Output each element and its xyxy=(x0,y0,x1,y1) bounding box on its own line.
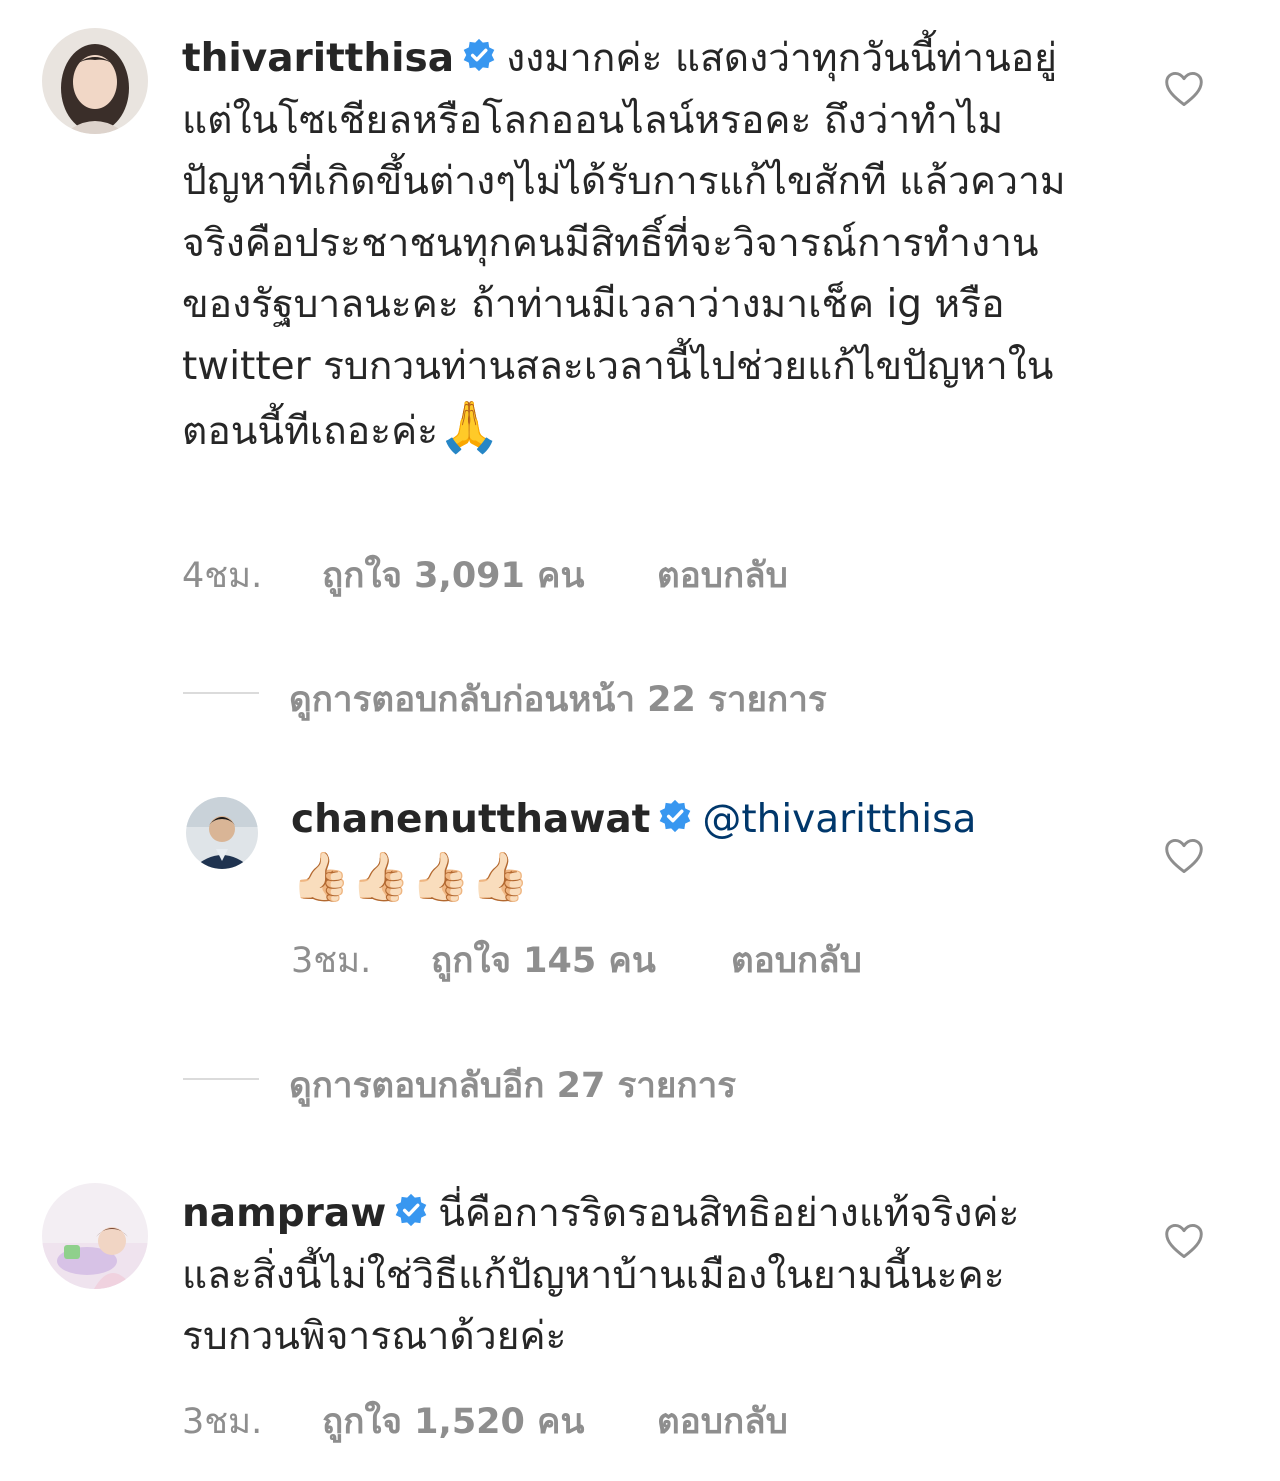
view-previous-replies-button[interactable]: ดูการตอบกลับก่อนหน้า 22 รายการ xyxy=(183,672,983,720)
timestamp: 4ชม. xyxy=(182,556,263,596)
likes-count[interactable]: ถูกใจ 145 คน xyxy=(431,933,731,988)
avatar-nampraw[interactable] xyxy=(42,1183,148,1289)
reply-button[interactable]: ตอบกลับ xyxy=(657,1394,788,1449)
username[interactable]: thivaritthisa xyxy=(182,36,454,81)
reply-meta: 3ชม. ถูกใจ 145 คน ตอบกลับ xyxy=(291,933,862,988)
heart-outline-icon xyxy=(1165,71,1203,107)
username[interactable]: nampraw xyxy=(182,1191,386,1236)
verified-badge-icon xyxy=(462,38,496,72)
comment-text: งงมากค่ะ แสดงว่าทุกวันนี้ท่านอยู่แต่ในโซ… xyxy=(182,36,1066,454)
avatar-thivaritthisa[interactable] xyxy=(42,28,148,134)
thumbs-up-emoji-row: 👍🏻👍🏻👍🏻👍🏻 xyxy=(291,842,542,912)
heart-outline-icon xyxy=(1165,1223,1203,1259)
comment-body: nampraw นี่คือการริดรอนสิทธิอย่างแท้จริงค… xyxy=(182,1183,1082,1368)
comment-meta: 3ชม. ถูกใจ 1,520 คน ตอบกลับ xyxy=(182,1394,788,1449)
reply-button[interactable]: ตอบกลับ xyxy=(657,548,788,603)
like-button[interactable] xyxy=(1163,837,1205,875)
avatar-chanenutthawat[interactable] xyxy=(186,797,258,869)
timestamp: 3ชม. xyxy=(182,1402,263,1442)
divider-line xyxy=(183,692,259,694)
timestamp: 3ชม. xyxy=(291,941,372,981)
likes-count[interactable]: ถูกใจ 3,091 คน xyxy=(322,548,657,603)
view-replies-label[interactable]: ดูการตอบกลับอีก 27 รายการ xyxy=(289,1058,736,1113)
thumbs-up-emoji: 👍🏻👍🏻👍🏻👍🏻 xyxy=(291,849,531,905)
folded-hands-emoji: 🙏 xyxy=(438,398,501,456)
username[interactable]: chanenutthawat xyxy=(291,797,650,842)
reply-button[interactable]: ตอบกลับ xyxy=(731,933,862,988)
divider-line xyxy=(183,1078,259,1080)
like-button[interactable] xyxy=(1163,70,1205,108)
verified-badge-icon xyxy=(658,799,692,833)
mention-link[interactable]: @thivaritthisa xyxy=(702,797,976,842)
view-more-replies-button[interactable]: ดูการตอบกลับอีก 27 รายการ xyxy=(183,1058,983,1106)
comment-body: thivaritthisa งงมากค่ะ แสดงว่าทุกวันนี้ท่… xyxy=(182,28,1082,463)
view-replies-label[interactable]: ดูการตอบกลับก่อนหน้า 22 รายการ xyxy=(289,672,827,727)
verified-badge-icon xyxy=(394,1193,428,1227)
likes-count[interactable]: ถูกใจ 1,520 คน xyxy=(322,1394,657,1449)
heart-outline-icon xyxy=(1165,838,1203,874)
comment-meta: 4ชม. ถูกใจ 3,091 คน ตอบกลับ xyxy=(182,548,788,603)
like-button[interactable] xyxy=(1163,1222,1205,1260)
